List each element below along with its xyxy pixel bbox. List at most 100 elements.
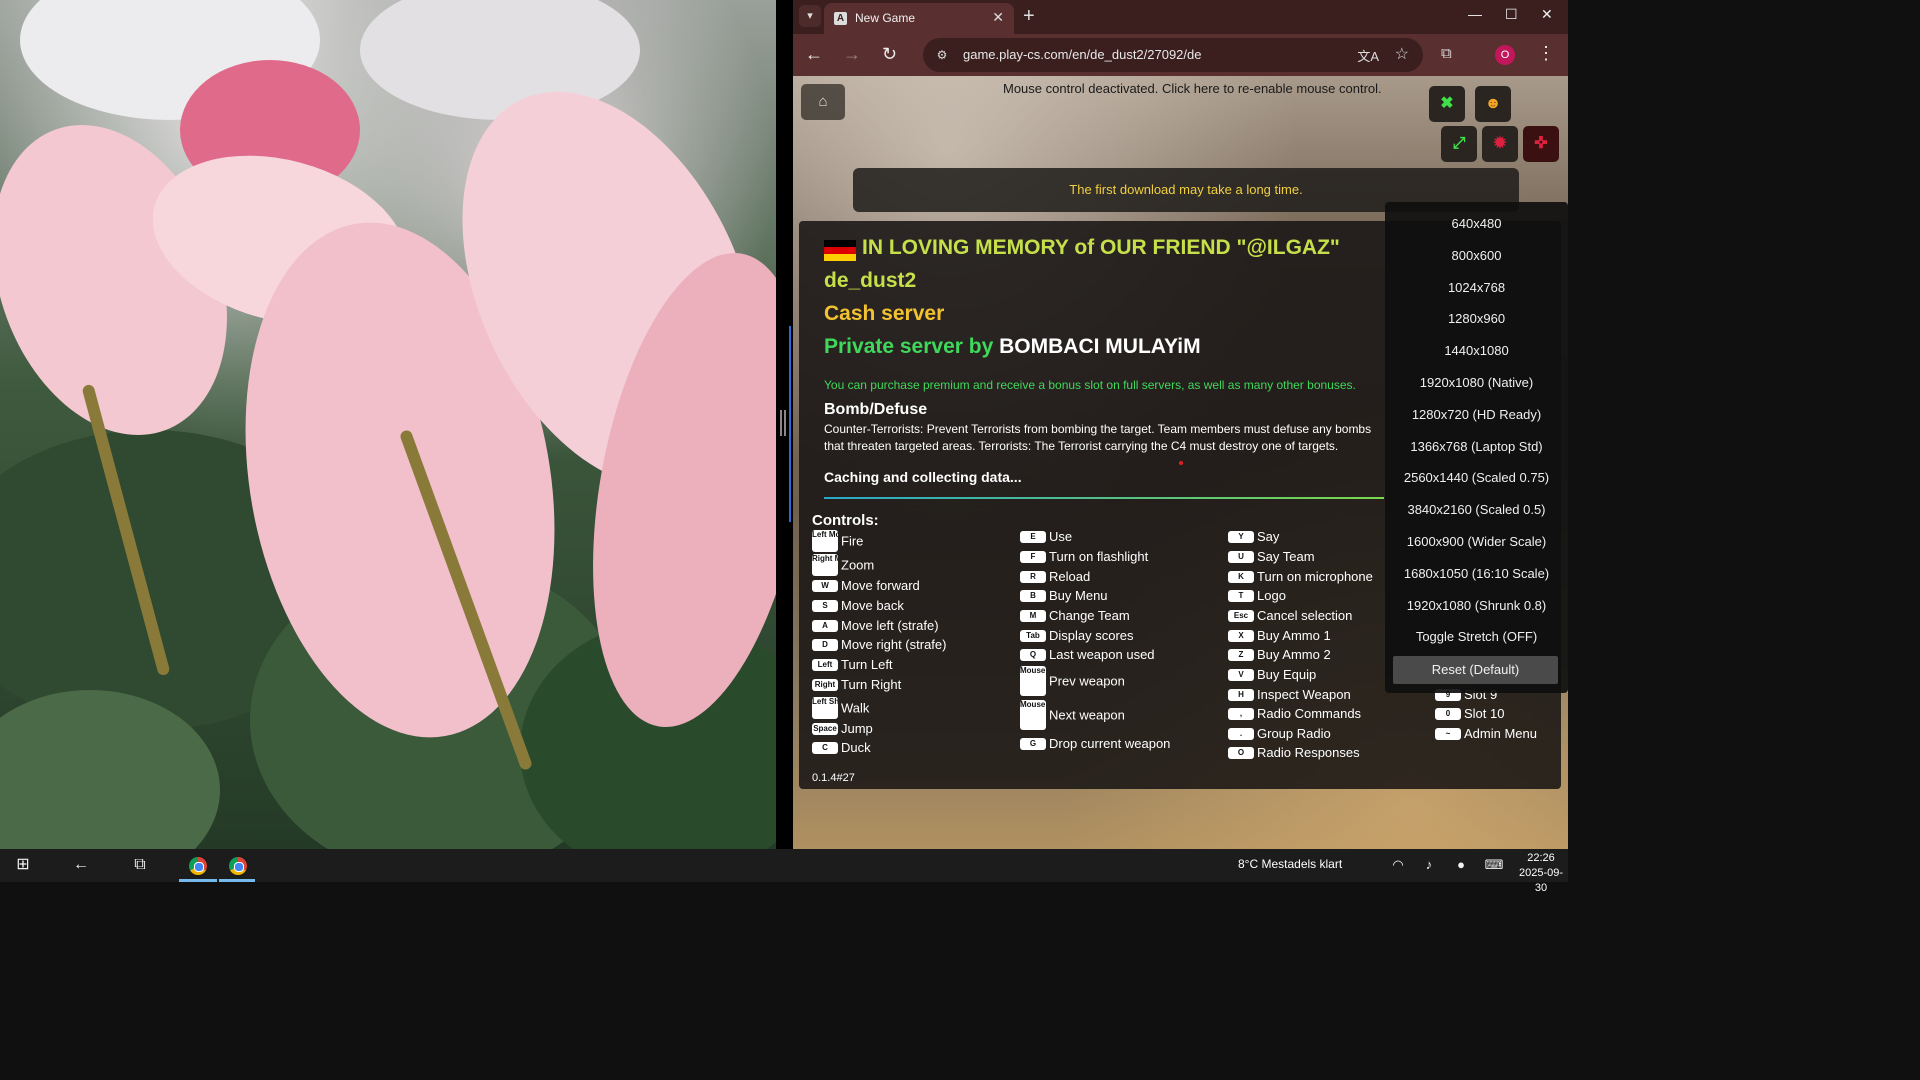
- mode-title: Bomb/Defuse: [824, 401, 928, 418]
- url-text[interactable]: game.play-cs.com/en/de_dust2/27092/de: [963, 47, 1202, 62]
- browser-menu-icon[interactable]: ⋮: [1537, 43, 1555, 63]
- resolution-option[interactable]: 1920x1080 (Native): [1385, 369, 1568, 397]
- minimize-button[interactable]: —: [1468, 6, 1482, 22]
- task-view-icon[interactable]: ⧉: [130, 855, 150, 875]
- control-action: Last weapon used: [1049, 647, 1155, 663]
- back-button[interactable]: ←: [805, 44, 823, 64]
- wifi-icon[interactable]: ◠: [1390, 855, 1406, 875]
- resolution-option[interactable]: 1680x1050 (16:10 Scale): [1385, 560, 1568, 588]
- crosshair-icon[interactable]: ✜: [1523, 126, 1559, 162]
- control-action: Reload: [1049, 569, 1091, 585]
- extensions-puzzle-icon[interactable]: ⧉: [1441, 45, 1452, 62]
- fullscreen-icon[interactable]: ✖: [1429, 86, 1465, 122]
- key-cap: E: [1020, 530, 1046, 543]
- control-row: Left Turn Left: [812, 656, 893, 672]
- resolution-menu: 640x480 800x600 1024x768 1280x960 1440x1080 1…: [1385, 202, 1568, 693]
- active-app-indicator: [219, 879, 255, 882]
- clock[interactable]: 22:26 2025-09-30: [1514, 851, 1568, 896]
- reload-button[interactable]: ↻: [882, 44, 897, 64]
- control-row: U Say Team: [1228, 548, 1315, 564]
- desktop-wallpaper: [0, 0, 776, 849]
- close-window-button[interactable]: ✕: [1541, 6, 1553, 23]
- players-icon[interactable]: ☻: [1475, 86, 1511, 122]
- control-row: ~ Admin Menu: [1435, 725, 1537, 741]
- weather-widget[interactable]: 8°C Mestadels klart: [1238, 857, 1342, 871]
- keyboard-icon[interactable]: ⌨: [1484, 855, 1504, 875]
- control-action: Change Team: [1049, 608, 1130, 624]
- key-cap: F: [1020, 550, 1046, 563]
- key-cap: K: [1228, 570, 1254, 583]
- chrome-icon[interactable]: [189, 857, 207, 875]
- game-page[interactable]: ⌂ Mouse control deactivated. Click here …: [793, 76, 1568, 849]
- control-action: Turn on microphone: [1257, 569, 1373, 585]
- resolution-option[interactable]: 1366x768 (Laptop Std): [1385, 433, 1568, 461]
- forward-button[interactable]: →: [843, 44, 861, 64]
- control-row: M Change Team: [1020, 607, 1130, 623]
- translate-icon[interactable]: 文A: [1357, 46, 1379, 65]
- resolution-option[interactable]: 1024x768: [1385, 274, 1568, 302]
- resolution-option[interactable]: Toggle Stretch (OFF): [1385, 623, 1568, 651]
- control-row: H Inspect Weapon: [1228, 686, 1351, 702]
- germany-flag-icon: [824, 240, 856, 261]
- resolution-option[interactable]: 800x600: [1385, 242, 1568, 270]
- resolution-option[interactable]: 1440x1080: [1385, 337, 1568, 365]
- premium-note[interactable]: You can purchase premium and receive a b…: [824, 378, 1356, 392]
- resolution-option[interactable]: 1280x720 (HD Ready): [1385, 401, 1568, 429]
- bookmark-star-icon[interactable]: ☆: [1395, 44, 1409, 64]
- splitter-handle[interactable]: [780, 410, 786, 436]
- control-row: Space Jump: [812, 720, 873, 736]
- control-action: Move forward: [841, 578, 920, 594]
- control-row: , Radio Commands: [1228, 705, 1361, 721]
- control-action: Duck: [841, 740, 871, 756]
- tab-new-game[interactable]: A New Game ✕: [824, 3, 1014, 34]
- profile-avatar[interactable]: O: [1495, 45, 1515, 65]
- maximize-button[interactable]: ☐: [1505, 6, 1518, 23]
- control-action: Prev weapon: [1049, 673, 1125, 689]
- control-row: R Reload: [1020, 568, 1090, 584]
- control-action: Radio Commands: [1257, 706, 1362, 722]
- taskbar: ⊞ ← ⧉ 8°C Mestadels klart ◠ ♪ ● ⌨ 22:26 …: [0, 849, 1568, 894]
- home-button[interactable]: ⌂: [801, 84, 845, 120]
- resolution-option[interactable]: 1920x1080 (Shrunk 0.8): [1385, 592, 1568, 620]
- chrome-icon[interactable]: [229, 857, 247, 875]
- control-action: Turn Right: [841, 677, 902, 693]
- key-cap: M: [1020, 609, 1046, 622]
- control-action: Fire: [841, 533, 864, 549]
- microphone-icon[interactable]: ●: [1453, 855, 1469, 875]
- control-row: B Buy Menu: [1020, 587, 1108, 603]
- control-row: Right MouseZoom: [812, 554, 874, 576]
- control-row: Mouse wheel upPrev weapon: [1020, 666, 1125, 696]
- mouse-control-message[interactable]: Mouse control deactivated. Click here to…: [1003, 81, 1382, 96]
- resize-icon[interactable]: ⤢: [1441, 126, 1477, 162]
- control-action: Buy Equip: [1257, 667, 1317, 683]
- server-type: Cash server: [824, 302, 945, 325]
- control-action: Buy Ammo 2: [1257, 647, 1331, 663]
- address-bar[interactable]: ⚙ game.play-cs.com/en/de_dust2/27092/de …: [923, 38, 1423, 72]
- resolution-option[interactable]: 640x480: [1385, 210, 1568, 238]
- volume-icon[interactable]: ♪: [1421, 855, 1437, 875]
- key-cap: Left Mouse: [812, 530, 838, 552]
- back-arrow-icon[interactable]: ←: [71, 855, 91, 875]
- resolution-option[interactable]: 1280x960: [1385, 305, 1568, 333]
- control-action: Move left (strafe): [841, 618, 939, 634]
- tab-search-button[interactable]: ▾: [799, 5, 821, 27]
- site-info-icon[interactable]: ⚙: [933, 46, 951, 64]
- new-tab-button[interactable]: +: [1023, 5, 1035, 27]
- flag-stripe: [824, 254, 856, 261]
- key-cap: X: [1228, 629, 1254, 642]
- settings-gear-icon[interactable]: ✹: [1482, 126, 1518, 162]
- control-row: V Buy Equip: [1228, 666, 1316, 682]
- tab-close-icon[interactable]: ✕: [992, 9, 1004, 26]
- loading-status: Caching and collecting data...: [824, 469, 1022, 485]
- resolution-option[interactable]: 2560x1440 (Scaled 0.75): [1385, 464, 1568, 492]
- control-row: F Turn on flashlight: [1020, 548, 1148, 564]
- key-cap: Left: [812, 658, 838, 671]
- reset-resolution-button[interactable]: Reset (Default): [1393, 656, 1558, 684]
- resolution-option[interactable]: 1600x900 (Wider Scale): [1385, 528, 1568, 556]
- private-server-line: Private server by BOMBACI MULAYiM: [824, 335, 1201, 359]
- resolution-option[interactable]: 3840x2160 (Scaled 0.5): [1385, 496, 1568, 524]
- flag-stripe: [824, 247, 856, 254]
- windows-start-icon[interactable]: ⊞: [13, 855, 33, 875]
- key-cap: ,: [1228, 707, 1254, 720]
- key-cap: R: [1020, 570, 1046, 583]
